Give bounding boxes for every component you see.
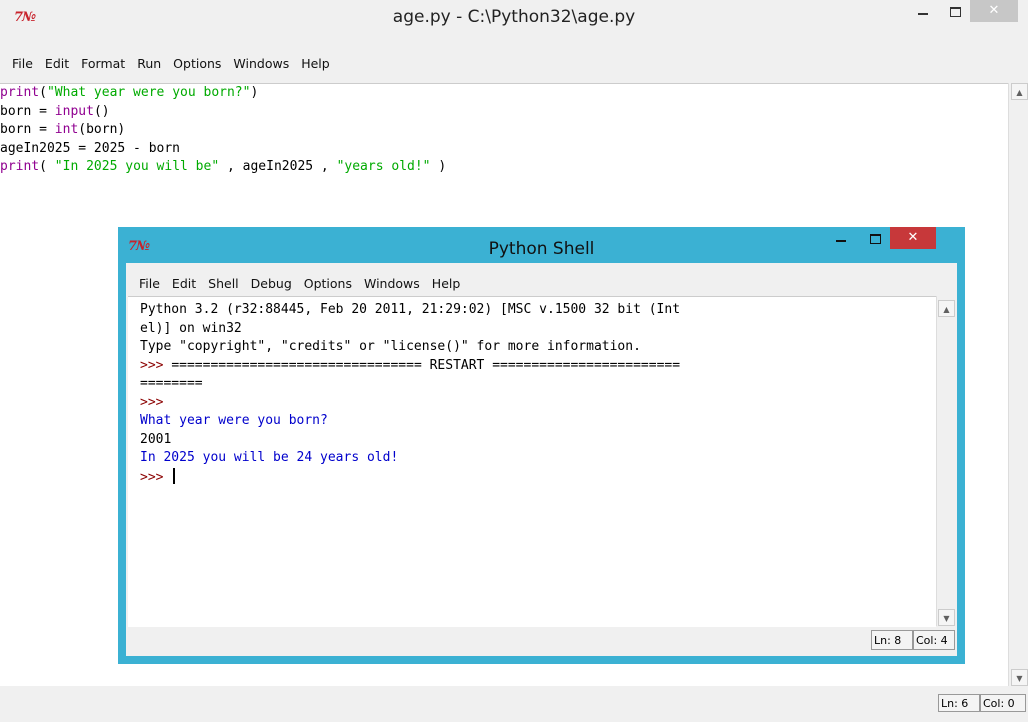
editor-statusbar: Ln: 6 Col: 0 bbox=[0, 686, 1028, 722]
menu-shell[interactable]: Shell bbox=[202, 272, 245, 296]
maximize-icon bbox=[949, 6, 961, 17]
scroll-down-icon[interactable]: ▼ bbox=[938, 609, 955, 626]
column-number-indicator: Col: 0 bbox=[980, 694, 1026, 712]
shell-prompt: >>> bbox=[140, 394, 172, 410]
text-cursor bbox=[173, 467, 176, 484]
shell-prompt[interactable]: >>> bbox=[140, 467, 680, 487]
shell-output-line: In 2025 you will be 24 years old! bbox=[140, 450, 399, 465]
shell-text-area[interactable]: Python 3.2 (r32:88445, Feb 20 2011, 21:2… bbox=[128, 296, 936, 627]
menu-options[interactable]: Options bbox=[167, 52, 227, 76]
shell-client-area: File Edit Shell Debug Options Windows Help Pyt… bbox=[126, 263, 957, 656]
code-line: born = int(born) bbox=[0, 122, 126, 137]
menu-windows[interactable]: Windows bbox=[227, 52, 295, 76]
line-number-indicator: Ln: 6 bbox=[938, 694, 980, 712]
menu-run[interactable]: Run bbox=[131, 52, 167, 76]
maximize-icon bbox=[869, 233, 881, 244]
editor-titlebar[interactable]: 7№ age.py - C:\Python32\age.py ✕ bbox=[0, 0, 1028, 34]
shell-line: Python 3.2 (r32:88445, Feb 20 2011, 21:2… bbox=[140, 302, 681, 317]
close-icon: ✕ bbox=[907, 230, 919, 245]
shell-menubar: File Edit Shell Debug Options Windows Help bbox=[126, 272, 957, 294]
code-line: ageIn2025 = 2025 - born bbox=[0, 140, 181, 156]
menu-format[interactable]: Format bbox=[75, 52, 131, 76]
maximize-button[interactable] bbox=[938, 0, 972, 22]
menu-help[interactable]: Help bbox=[295, 52, 336, 76]
menu-options[interactable]: Options bbox=[298, 272, 358, 296]
shell-minimize-button[interactable] bbox=[824, 227, 858, 249]
menu-help[interactable]: Help bbox=[426, 272, 467, 296]
menu-file[interactable]: File bbox=[126, 272, 166, 296]
shell-input-line: 2001 bbox=[140, 431, 172, 447]
shell-vertical-scrollbar[interactable]: ▲ ▼ bbox=[936, 296, 957, 626]
shell-output: Python 3.2 (r32:88445, Feb 20 2011, 21:2… bbox=[140, 301, 680, 486]
scroll-up-icon[interactable]: ▲ bbox=[938, 300, 955, 317]
menu-edit[interactable]: Edit bbox=[166, 272, 202, 296]
close-button[interactable]: ✕ bbox=[970, 0, 1018, 22]
column-number-indicator: Col: 4 bbox=[913, 630, 955, 650]
python-shell-window: 7№ Python Shell ✕ File Edit Shell Debug Opti… bbox=[118, 227, 965, 664]
menu-debug[interactable]: Debug bbox=[245, 272, 298, 296]
shell-statusbar: Ln: 8 Col: 4 bbox=[126, 626, 957, 656]
shell-maximize-button[interactable] bbox=[858, 227, 892, 249]
editor-vertical-scrollbar[interactable]: ▲ ▼ bbox=[1008, 83, 1028, 686]
editor-title: age.py - C:\Python32\age.py bbox=[392, 7, 636, 27]
shell-close-button[interactable]: ✕ bbox=[890, 227, 936, 249]
shell-output-line: What year were you born? bbox=[140, 413, 328, 428]
editor-menubar: File Edit Format Run Options Windows Help bbox=[0, 52, 1028, 76]
shell-line: Type "copyright", "credits" or "license(… bbox=[140, 339, 641, 354]
scroll-down-icon[interactable]: ▼ bbox=[1011, 669, 1028, 686]
menu-file[interactable]: File bbox=[0, 52, 39, 76]
code-line: print( "In 2025 you will be" , ageIn2025… bbox=[0, 159, 447, 174]
shell-titlebar[interactable]: 7№ Python Shell ✕ bbox=[118, 227, 965, 263]
code-line: born = input() bbox=[0, 103, 110, 119]
shell-line: el)] on win32 bbox=[140, 320, 242, 336]
minimize-icon bbox=[918, 12, 928, 15]
code-line: print("What year were you born?") bbox=[0, 85, 259, 100]
scroll-up-icon[interactable]: ▲ bbox=[1011, 83, 1028, 100]
shell-line: >>> ================================ RES… bbox=[140, 357, 681, 373]
close-icon: ✕ bbox=[988, 3, 1000, 18]
minimize-icon bbox=[836, 239, 846, 242]
line-number-indicator: Ln: 8 bbox=[871, 630, 913, 650]
shell-line: ======== bbox=[140, 376, 203, 391]
menu-edit[interactable]: Edit bbox=[39, 52, 75, 76]
editor-code: print("What year were you born?") born =… bbox=[0, 84, 446, 177]
menu-windows[interactable]: Windows bbox=[358, 272, 426, 296]
minimize-button[interactable] bbox=[906, 0, 940, 22]
